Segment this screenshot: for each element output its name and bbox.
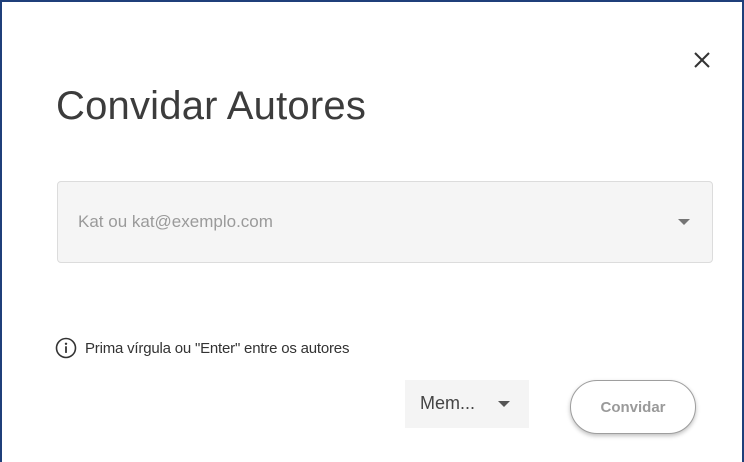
close-icon — [694, 52, 710, 68]
hint-text: Prima vírgula ou "Enter" entre os autore… — [85, 339, 350, 357]
dialog-title: Convidar Autores — [56, 84, 367, 128]
info-icon — [55, 337, 77, 359]
role-select-value: Mem... — [420, 393, 476, 413]
author-search-field[interactable] — [57, 181, 713, 263]
chevron-down-icon — [498, 401, 510, 407]
chevron-down-icon[interactable] — [678, 219, 690, 225]
role-select[interactable]: Mem... — [405, 380, 529, 428]
author-search-input[interactable] — [78, 212, 638, 232]
hint: Prima vírgula ou "Enter" entre os autore… — [55, 337, 349, 359]
invite-button[interactable]: Convidar — [570, 380, 696, 434]
invite-authors-dialog: Convidar Autores Prima vírgula ou "Enter… — [0, 0, 744, 462]
close-button[interactable] — [690, 48, 714, 72]
